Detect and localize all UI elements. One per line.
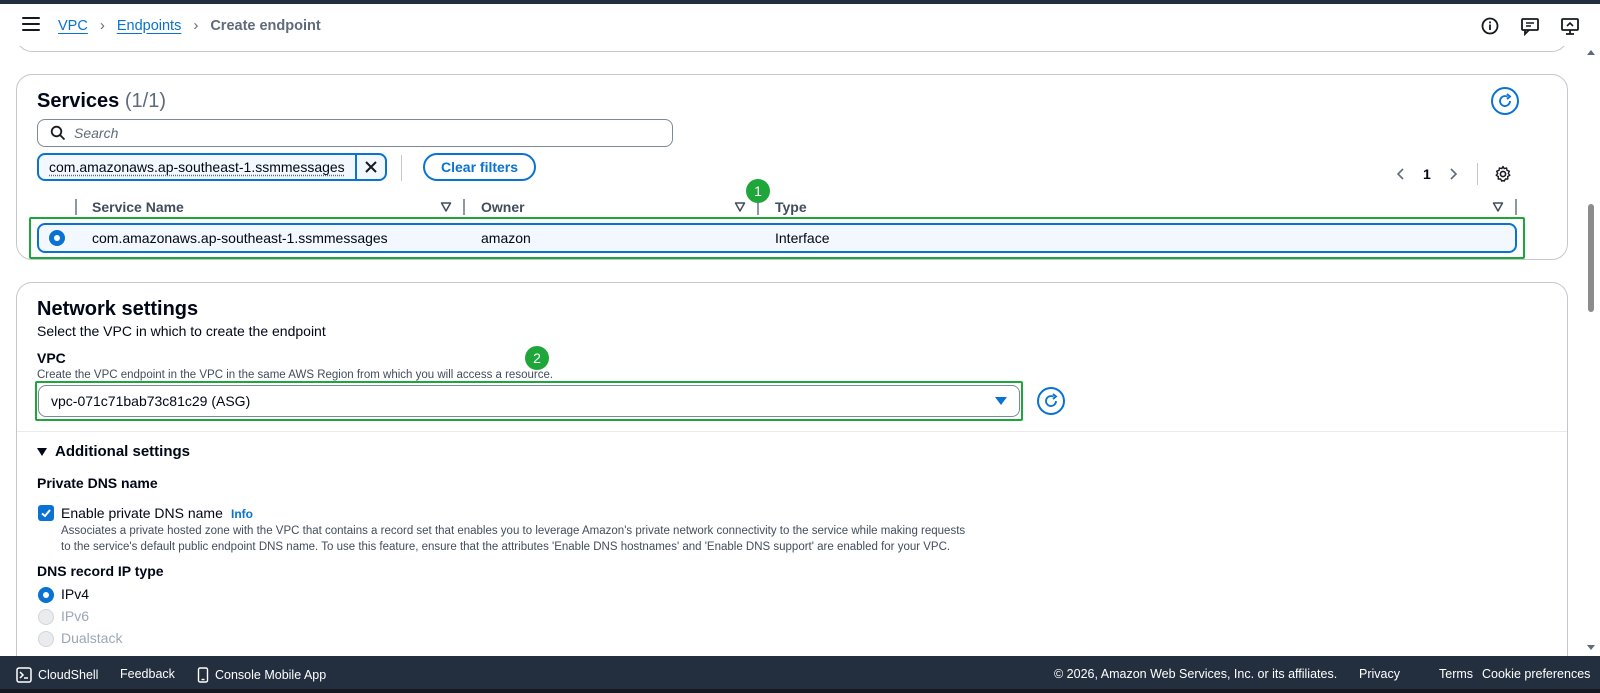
radio-ipv6[interactable]: [38, 609, 54, 625]
feedback-icon[interactable]: [1520, 16, 1540, 36]
mobile-app-link[interactable]: Console Mobile App: [197, 667, 326, 683]
chevron-left-icon[interactable]: [1395, 167, 1407, 181]
check-icon: [41, 509, 51, 518]
annotation-badge-1: 1: [746, 179, 770, 203]
enable-dns-label[interactable]: Enable private DNS name: [61, 505, 223, 521]
sort-icon[interactable]: [440, 201, 452, 213]
services-panel: Services (1/1) com.amazonaws.ap-southeas…: [16, 74, 1568, 260]
network-settings-title: Network settings: [37, 298, 199, 320]
console-footer: CloudShell Feedback Console Mobile App ©…: [0, 656, 1600, 693]
cell-owner: amazon: [481, 230, 531, 246]
search-input[interactable]: [74, 125, 654, 141]
sort-icon[interactable]: [734, 201, 746, 213]
scroll-up-icon[interactable]: [1587, 50, 1595, 55]
additional-settings-toggle[interactable]: Additional settings: [37, 443, 190, 460]
refresh-icon: [1045, 393, 1058, 407]
table-header: Service Name Owner Type: [37, 197, 1533, 219]
column-header-service-name[interactable]: Service Name: [92, 199, 184, 215]
column-header-owner[interactable]: Owner: [481, 199, 525, 215]
page-number[interactable]: 1: [1423, 166, 1431, 182]
services-refresh-button[interactable]: [1491, 87, 1519, 115]
clear-filters-button[interactable]: Clear filters: [423, 153, 537, 181]
cell-service-name: com.amazonaws.ap-southeast-1.ssmmessages: [92, 230, 388, 246]
breadcrumb-current: Create endpoint: [210, 17, 321, 34]
vpc-label: VPC: [37, 350, 66, 366]
dns-desc-line2: to the service's default public endpoint…: [61, 541, 951, 553]
cloudshell-label: CloudShell: [38, 668, 99, 682]
network-settings-panel: Network settings Select the VPC in which…: [16, 282, 1568, 656]
main-content: Services (1/1) com.amazonaws.ap-southeas…: [0, 46, 1582, 656]
radio-dualstack-label: Dualstack: [61, 630, 123, 646]
remove-filter-button[interactable]: [354, 155, 385, 179]
close-icon: [364, 161, 377, 173]
breadcrumb-vpc[interactable]: VPC: [58, 18, 88, 34]
info-icon[interactable]: [1480, 16, 1500, 36]
radio-ipv4-label[interactable]: IPv4: [61, 586, 89, 602]
services-title: Services (1/1): [37, 90, 166, 113]
privacy-link[interactable]: Privacy: [1359, 667, 1400, 681]
dns-record-label: DNS record IP type: [37, 563, 164, 579]
presentation-icon[interactable]: [1560, 16, 1580, 36]
vpc-select[interactable]: vpc-071c71bab73c81c29 (ASG): [38, 385, 1020, 417]
scrollbar-thumb[interactable]: [1588, 204, 1594, 312]
services-count: (1/1): [124, 90, 166, 112]
feedback-label: Feedback: [120, 667, 175, 681]
sort-icon[interactable]: [1492, 201, 1504, 213]
chevron-right-icon[interactable]: [1447, 167, 1459, 181]
refresh-icon: [1499, 93, 1512, 107]
copyright-text: © 2026, Amazon Web Services, Inc. or its…: [1054, 667, 1338, 681]
top-navigation: VPC › Endpoints › Create endpoint: [0, 4, 1600, 46]
vpc-select-value: vpc-071c71bab73c81c29 (ASG): [51, 393, 251, 409]
column-separator: [463, 199, 465, 215]
cookie-preferences-link[interactable]: Cookie preferences: [1482, 667, 1590, 681]
radio-dualstack[interactable]: [38, 631, 54, 647]
cloudshell-icon: [16, 667, 32, 683]
private-dns-label: Private DNS name: [37, 475, 158, 491]
chevron-right-icon: ›: [99, 17, 105, 34]
radio-ipv6-label: IPv6: [61, 608, 90, 624]
column-header-type[interactable]: Type: [775, 199, 807, 215]
column-separator: [75, 199, 77, 215]
terms-link[interactable]: Terms: [1439, 667, 1473, 681]
taskbar-strip: [0, 689, 1600, 693]
previous-panel-edge: [16, 46, 1568, 52]
column-separator: [1515, 199, 1517, 215]
caret-down-icon: [37, 447, 47, 456]
scrollbar[interactable]: [1582, 46, 1600, 656]
filter-token: com.amazonaws.ap-southeast-1.ssmmessages: [37, 153, 387, 181]
mobile-icon: [197, 667, 209, 683]
services-title-text: Services: [37, 90, 120, 112]
radio-ipv4[interactable]: [38, 587, 54, 603]
search-icon: [50, 125, 66, 141]
info-link[interactable]: Info: [231, 507, 253, 521]
pager-divider: [1476, 163, 1478, 185]
vpc-refresh-button[interactable]: [1037, 387, 1065, 415]
services-search: [37, 119, 673, 147]
enable-dns-checkbox[interactable]: [38, 505, 54, 521]
menu-icon[interactable]: [22, 17, 40, 33]
cloudshell-link[interactable]: CloudShell: [16, 667, 98, 683]
breadcrumb: VPC › Endpoints › Create endpoint: [58, 17, 321, 34]
mobile-app-label: Console Mobile App: [215, 668, 327, 682]
feedback-link[interactable]: Feedback: [120, 667, 175, 681]
scroll-down-icon[interactable]: [1587, 645, 1595, 650]
additional-settings-label: Additional settings: [55, 443, 190, 460]
pagination: 1: [1395, 163, 1512, 185]
annotation-badge-2: 2: [525, 346, 549, 370]
vpc-help-text: Create the VPC endpoint in the VPC in th…: [37, 369, 554, 381]
section-divider: [17, 431, 1567, 432]
breadcrumb-endpoints[interactable]: Endpoints: [117, 18, 182, 34]
cell-type: Interface: [775, 230, 830, 246]
network-settings-description: Select the VPC in which to create the en…: [37, 323, 326, 339]
caret-down-icon: [995, 397, 1007, 405]
row-radio-selected[interactable]: [49, 230, 65, 246]
dns-desc-line1: Associates a private hosted zone with th…: [61, 525, 966, 537]
chevron-right-icon: ›: [193, 17, 199, 34]
filter-divider: [401, 155, 402, 181]
enable-dns-description: Associates a private hosted zone with th…: [61, 523, 1041, 555]
filter-token-label[interactable]: com.amazonaws.ap-southeast-1.ssmmessages: [39, 155, 355, 179]
table-row[interactable]: com.amazonaws.ap-southeast-1.ssmmessages…: [37, 223, 1517, 253]
gear-icon[interactable]: [1494, 165, 1512, 183]
